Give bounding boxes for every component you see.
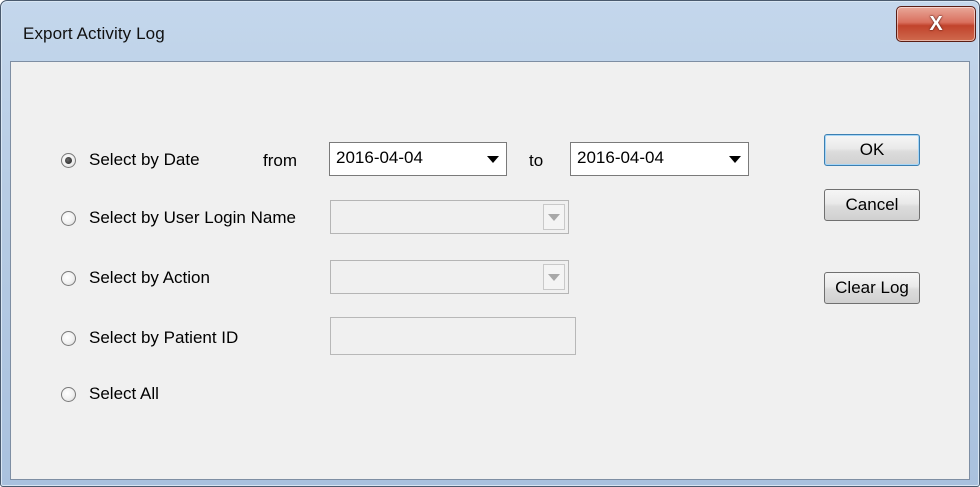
option-select-by-date-label: Select by Date xyxy=(89,150,200,169)
radio-select-by-patient-id[interactable] xyxy=(61,330,76,346)
from-date-combo[interactable]: 2016-04-04 xyxy=(329,142,507,176)
option-select-by-action[interactable]: Select by Action xyxy=(61,268,210,288)
radio-select-by-user-login-name[interactable] xyxy=(61,210,76,226)
radio-select-by-action[interactable] xyxy=(61,270,76,286)
option-select-by-action-label: Select by Action xyxy=(89,268,210,287)
ok-button[interactable]: OK xyxy=(824,134,920,166)
from-label: from xyxy=(263,151,297,170)
chevron-down-icon xyxy=(548,213,560,221)
chevron-down-icon xyxy=(548,273,560,281)
radio-select-all[interactable] xyxy=(61,386,76,402)
option-select-all[interactable]: Select All xyxy=(61,384,159,404)
user-login-name-combo[interactable] xyxy=(330,200,569,234)
title-bar[interactable]: Export Activity Log X xyxy=(1,1,979,61)
close-button[interactable]: X xyxy=(896,6,976,42)
action-dropdown-button[interactable] xyxy=(543,264,565,290)
to-date-combo[interactable]: 2016-04-04 xyxy=(570,142,749,176)
window-title: Export Activity Log xyxy=(23,24,165,43)
option-select-by-patient-id-label: Select by Patient ID xyxy=(89,328,239,347)
option-select-all-label: Select All xyxy=(89,384,159,403)
export-activity-log-dialog: Export Activity Log X Select by Date fro… xyxy=(0,0,980,487)
from-date-dropdown-button[interactable] xyxy=(482,145,504,173)
clear-log-button[interactable]: Clear Log xyxy=(824,272,920,304)
chevron-down-icon xyxy=(487,155,499,163)
cancel-button[interactable]: Cancel xyxy=(824,189,920,221)
option-select-by-date[interactable]: Select by Date xyxy=(61,150,200,170)
option-select-by-patient-id[interactable]: Select by Patient ID xyxy=(61,328,238,348)
user-login-name-dropdown-button[interactable] xyxy=(543,204,565,230)
option-select-by-user-login-name[interactable]: Select by User Login Name xyxy=(61,208,296,228)
from-date-value: 2016-04-04 xyxy=(336,148,423,167)
close-icon: X xyxy=(929,12,943,35)
dialog-client-area: Select by Date from 2016-04-04 to 2016-0… xyxy=(10,61,970,480)
radio-select-by-date[interactable] xyxy=(61,152,76,168)
option-select-by-user-login-name-label: Select by User Login Name xyxy=(89,208,296,227)
to-date-value: 2016-04-04 xyxy=(577,148,664,167)
to-date-dropdown-button[interactable] xyxy=(724,145,746,173)
action-combo[interactable] xyxy=(330,260,569,294)
to-label: to xyxy=(529,151,544,170)
chevron-down-icon xyxy=(729,155,741,163)
patient-id-input[interactable] xyxy=(330,317,576,355)
